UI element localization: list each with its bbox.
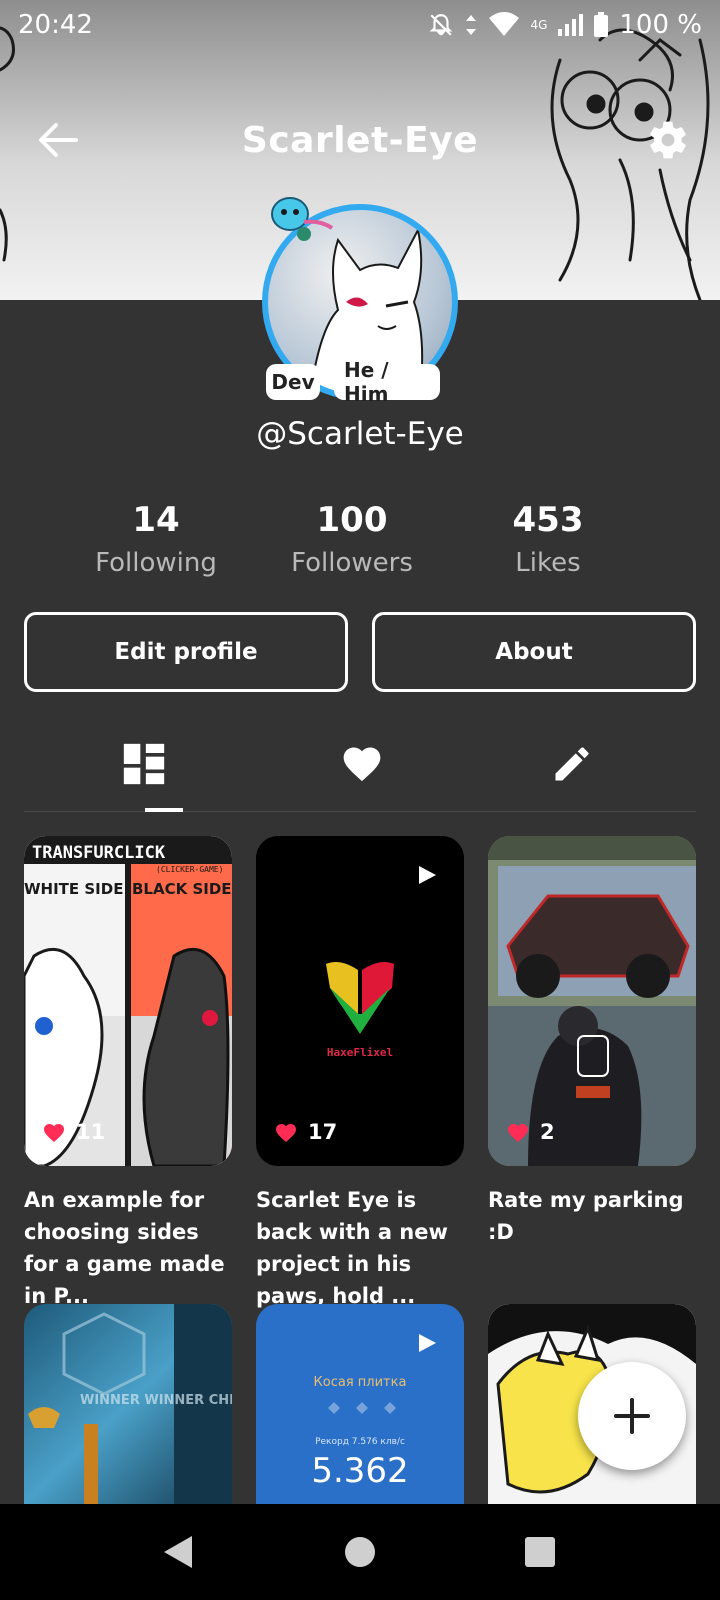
thumb-black-side-text: BLACK SIDE (132, 880, 232, 898)
play-icon (419, 866, 436, 884)
dev-badge: Dev (266, 364, 320, 400)
pencil-icon[interactable] (550, 742, 594, 786)
profile-handle: @Scarlet-Eye (256, 416, 464, 452)
post-thumbnail-1: TRANSFURCLICK (CLICKER-GAME) WHITE SIDE … (24, 836, 232, 1166)
stat-followers[interactable]: 100 Followers (262, 500, 442, 578)
nav-recents-icon[interactable] (524, 1536, 556, 1568)
heart-icon (508, 1124, 528, 1142)
heart-icon[interactable] (340, 742, 384, 786)
notifications-off-icon (430, 14, 453, 36)
status-icons: 4G 100 % (428, 10, 702, 40)
post-3-like-count: 2 (540, 1120, 555, 1144)
haxeflixel-logo: HaxeFlixel (326, 962, 394, 1059)
post-card-1[interactable]: TRANSFURCLICK (CLICKER-GAME) WHITE SIDE … (24, 836, 232, 1166)
post-card-4[interactable]: WINNER WINNER CHICKEN DINNER (24, 1304, 232, 1504)
post-thumbnail-3 (488, 836, 696, 1166)
nav-home-icon[interactable] (344, 1536, 376, 1568)
heart-icon (44, 1124, 64, 1142)
post-card-3[interactable]: 2 (488, 836, 696, 1166)
stat-following[interactable]: 14 Following (66, 500, 246, 578)
top-app-bar: Scarlet-Eye (0, 110, 720, 170)
system-navigation-bar (0, 1504, 720, 1600)
play-icon (419, 1334, 436, 1352)
plus-icon (614, 1398, 650, 1434)
following-count: 14 (132, 500, 180, 540)
post-card-5[interactable]: Косая плитка Рекорд 7.576 клв/с 5.362 (256, 1304, 464, 1504)
signal-icon (558, 14, 584, 36)
thumb-title-text: TRANSFURCLICK (32, 843, 166, 863)
wifi-icon (489, 12, 520, 36)
about-button[interactable]: About (372, 612, 696, 692)
settings-gear-icon[interactable] (646, 118, 690, 162)
nav-back-icon[interactable] (162, 1534, 194, 1570)
heart-icon (276, 1124, 296, 1142)
post-thumbnail-4: WINNER WINNER CHICKEN DINNER (24, 1304, 232, 1504)
followers-label: Followers (291, 548, 413, 578)
haxeflixel-text: HaxeFlixel (327, 1046, 393, 1059)
post-1-likes: 11 (42, 1120, 105, 1144)
data-transfer-icon (466, 15, 477, 35)
followers-count: 100 (316, 500, 388, 540)
pronouns-badge: He / Him (334, 358, 440, 406)
thumb-subtitle-text: (CLICKER-GAME) (156, 865, 223, 874)
following-label: Following (95, 548, 217, 578)
likes-count: 453 (512, 500, 584, 540)
post-3-likes: 2 (506, 1120, 555, 1144)
edit-profile-button[interactable]: Edit profile (24, 612, 348, 692)
post-1-caption[interactable]: An example for choosing sides for a game… (24, 1184, 236, 1312)
avatar-mascot-decoration (271, 197, 334, 241)
thumb-game-title: Косая плитка (314, 1375, 407, 1390)
network-type: 4G (530, 18, 548, 32)
thumb-record-text: Рекорд 7.576 клв/с (315, 1437, 405, 1447)
grid-icon[interactable] (122, 742, 166, 786)
battery-level: 100 % (619, 10, 702, 40)
post-2-likes: 17 (274, 1120, 337, 1144)
profile-tabs (24, 730, 696, 812)
post-1-like-count: 11 (76, 1120, 106, 1144)
thumb-winner-text: WINNER WINNER CHICKEN DINNER (80, 1393, 232, 1408)
create-post-button[interactable] (578, 1362, 686, 1470)
back-arrow-icon[interactable] (36, 120, 80, 160)
thumb-score-text: 5.362 (311, 1451, 408, 1491)
thumb-white-side-text: WHITE SIDE (24, 880, 123, 898)
status-time: 20:42 (18, 10, 93, 40)
likes-label: Likes (515, 548, 581, 578)
post-3-caption[interactable]: Rate my parking :D (488, 1184, 700, 1248)
post-card-2[interactable]: HaxeFlixel 17 (256, 836, 464, 1166)
post-2-caption[interactable]: Scarlet Eye is back with a new project i… (256, 1184, 468, 1312)
selected-tab-indicator (145, 808, 183, 812)
battery-icon (594, 12, 609, 37)
profile-title: Scarlet-Eye (241, 119, 479, 161)
status-bar: 20:42 4G 100 % (0, 0, 720, 50)
stat-likes: 453 Likes (458, 500, 638, 578)
post-2-like-count: 17 (308, 1120, 338, 1144)
